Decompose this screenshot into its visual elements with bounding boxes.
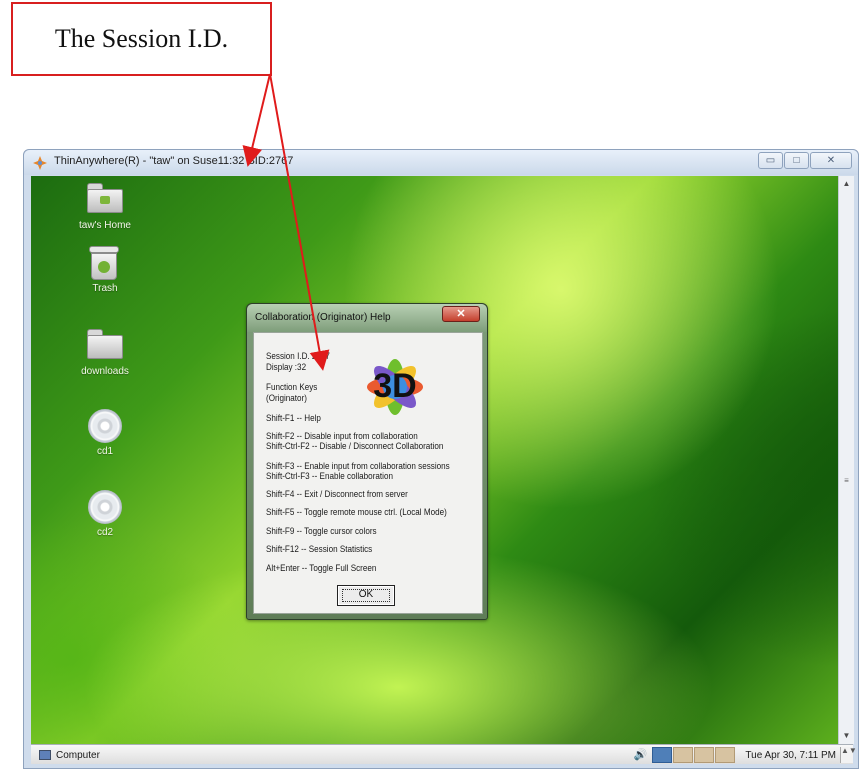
minimize-icon: ▭ — [765, 155, 776, 166]
shortcut-shift-f12: Shift-F12 -- Session Statistics — [266, 544, 373, 554]
scroll-up-icon[interactable]: ▲ — [839, 176, 854, 192]
thinanywhere-logo-icon — [33, 156, 47, 170]
shortcut-shift-f5: Shift-F5 -- Toggle remote mouse ctrl. (L… — [266, 507, 447, 517]
arrow-to-title-sid — [242, 73, 271, 167]
desktop-icon-cd2[interactable]: cd2 — [63, 490, 147, 538]
workspace-3[interactable] — [694, 747, 715, 763]
dialog-titlebar[interactable]: Collaboration (Originator) Help ✕ — [247, 304, 487, 332]
desktop-icon-label: taw's Home — [79, 220, 131, 231]
cd-icon — [88, 490, 122, 524]
desktop-icon-home[interactable]: taw's Home — [63, 183, 147, 231]
shortcut-alt-enter: Alt+Enter -- Toggle Full Screen — [266, 563, 377, 573]
scroll-down-icon[interactable]: ▼ — [839, 728, 854, 744]
shortcut-shift-f2: Shift-F2 -- Disable input from collabora… — [266, 431, 418, 441]
3d-logo-icon: 3D — [367, 359, 423, 415]
close-icon: ✕ — [826, 155, 836, 166]
desktop-icon-downloads[interactable]: downloads — [63, 329, 147, 377]
maximize-button[interactable]: □ — [784, 152, 809, 169]
desktop-icon-label: Trash — [92, 283, 118, 294]
dialog-close-button[interactable]: ✕ — [442, 306, 480, 322]
shortcut-shift-f3: Shift-F3 -- Enable input from collaborat… — [266, 461, 450, 471]
dialog-content: 3D Session I.D. 2767 Display :32 Functio… — [253, 332, 483, 614]
system-tray: 🔊 Tue Apr 30, 7:11 PM ▲▼ — [631, 746, 857, 764]
collaboration-help-dialog: Collaboration (Originator) Help ✕ 3D Ses… — [246, 303, 488, 620]
workspace-4[interactable] — [715, 747, 736, 763]
computer-label: Computer — [56, 749, 100, 761]
close-button[interactable]: ✕ — [810, 152, 852, 169]
logo-text: 3D — [373, 367, 416, 405]
shortcut-shift-ctrl-f2: Shift-Ctrl-F2 -- Disable / Disconnect Co… — [266, 441, 444, 451]
desktop-icon-trash[interactable]: Trash — [63, 246, 147, 294]
home-folder-icon — [87, 183, 123, 217]
shortcut-shift-f9: Shift-F9 -- Toggle cursor colors — [266, 526, 377, 536]
callout-box: The Session I.D. — [11, 2, 272, 76]
cd-icon — [88, 409, 122, 443]
taskbar-scroll-icon[interactable]: ▲▼ — [840, 747, 857, 763]
maximize-icon: □ — [793, 155, 800, 166]
desktop-icon-cd1[interactable]: cd1 — [63, 409, 147, 457]
clock[interactable]: Tue Apr 30, 7:11 PM — [745, 750, 836, 761]
originator-text: (Originator) — [266, 393, 307, 403]
desktop-icon-label: downloads — [81, 366, 129, 377]
folder-icon — [87, 329, 123, 363]
session-id-text: Session I.D. 2767 — [266, 351, 330, 361]
ok-label: OK — [358, 589, 374, 600]
shortcut-shift-f4: Shift-F4 -- Exit / Disconnect from serve… — [266, 489, 408, 499]
vertical-scrollbar[interactable]: ▲ ≡ ▼ — [838, 176, 854, 744]
function-keys-heading: Function Keys — [266, 382, 318, 392]
workspace-2[interactable] — [673, 747, 694, 763]
scroll-grip-icon[interactable]: ≡ — [841, 476, 852, 488]
shortcut-shift-ctrl-f3: Shift-Ctrl-F3 -- Enable collaboration — [266, 471, 393, 481]
minimize-button[interactable]: ▭ — [758, 152, 783, 169]
trash-icon — [87, 246, 123, 280]
ok-button[interactable]: OK — [337, 585, 395, 606]
desktop-icon-label: cd1 — [96, 446, 114, 457]
display-text: Display :32 — [266, 362, 307, 372]
window-titlebar[interactable]: ThinAnywhere(R) - "taw" on Suse11:32 SID… — [24, 150, 858, 175]
window-controls: ▭ □ ✕ — [757, 152, 852, 169]
computer-menu-button[interactable]: Computer — [33, 747, 106, 763]
dialog-title: Collaboration (Originator) Help — [255, 312, 391, 323]
desktop-icon-label: cd2 — [96, 527, 114, 538]
window-title: ThinAnywhere(R) - "taw" on Suse11:32 SID… — [54, 155, 294, 167]
workspace-1[interactable] — [652, 747, 673, 763]
taskbar: Computer 🔊 Tue Apr 30, 7:11 PM ▲▼ — [31, 744, 857, 764]
callout-text: The Session I.D. — [54, 24, 229, 53]
shortcut-shift-f1: Shift-F1 -- Help — [266, 413, 321, 423]
volume-icon[interactable]: 🔊 — [631, 747, 649, 763]
computer-icon — [39, 750, 51, 760]
close-icon: ✕ — [456, 308, 466, 320]
